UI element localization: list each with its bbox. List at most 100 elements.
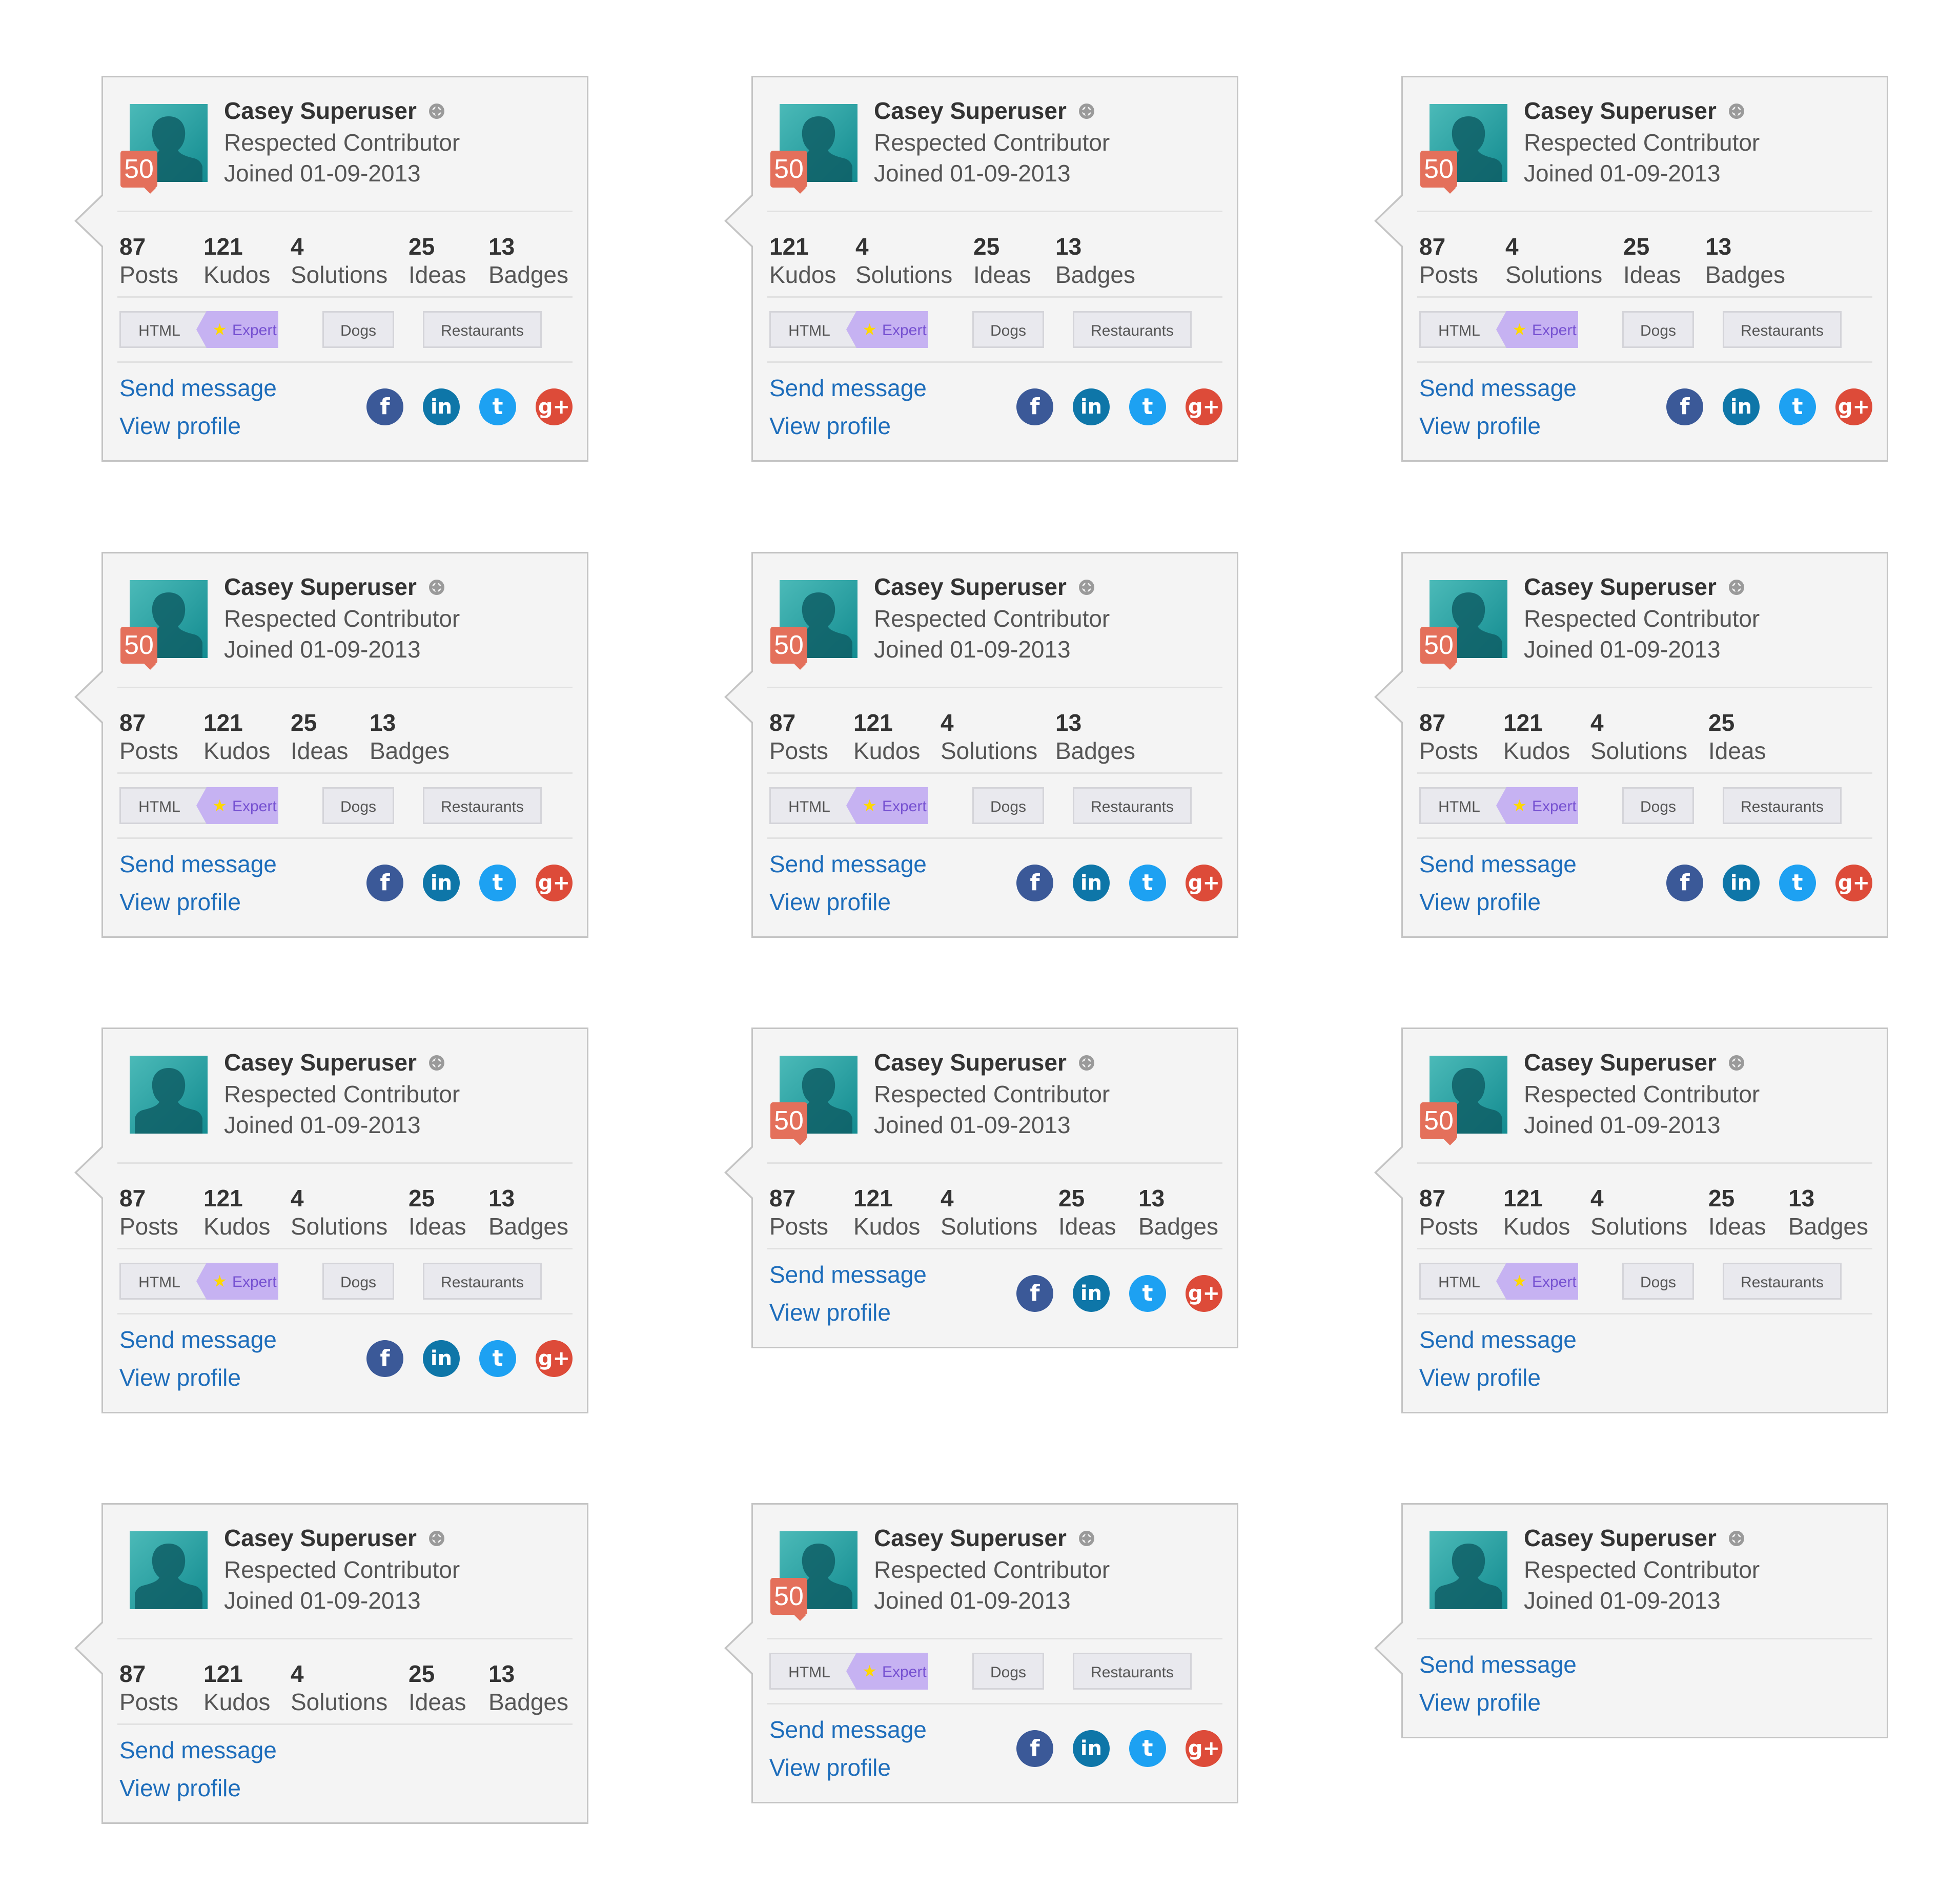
- view-profile-link[interactable]: View profile: [119, 412, 241, 440]
- tag-restaurants[interactable]: Restaurants: [1073, 311, 1192, 348]
- facebook-icon[interactable]: f: [1016, 1275, 1053, 1312]
- user-name-text[interactable]: Casey Superuser: [1524, 573, 1717, 600]
- tag-html[interactable]: HTML: [119, 1263, 210, 1300]
- tag-restaurants[interactable]: Restaurants: [1723, 311, 1842, 348]
- user-name-text[interactable]: Casey Superuser: [224, 573, 417, 600]
- tag-restaurants[interactable]: Restaurants: [423, 1263, 542, 1300]
- tag-restaurants[interactable]: Restaurants: [1073, 787, 1192, 824]
- stat-posts[interactable]: 87 Posts: [769, 709, 828, 765]
- stat-ideas[interactable]: 25 Ideas: [409, 1184, 466, 1241]
- facebook-icon[interactable]: f: [1016, 388, 1053, 425]
- tag-restaurants[interactable]: Restaurants: [423, 787, 542, 824]
- view-profile-link[interactable]: View profile: [769, 412, 891, 440]
- linkedin-icon[interactable]: in: [1073, 1730, 1110, 1767]
- stat-badges[interactable]: 13 Badges: [1705, 233, 1785, 289]
- view-profile-link[interactable]: View profile: [769, 888, 891, 916]
- stat-ideas[interactable]: 25 Ideas: [1708, 709, 1766, 765]
- stat-posts[interactable]: 87 Posts: [119, 1660, 178, 1716]
- linkedin-icon[interactable]: in: [1073, 865, 1110, 901]
- stat-ideas[interactable]: 25 Ideas: [291, 709, 349, 765]
- avatar[interactable]: [1430, 1531, 1507, 1609]
- stat-ideas[interactable]: 25 Ideas: [409, 1660, 466, 1716]
- user-name[interactable]: Casey Superuser: [874, 1524, 1096, 1552]
- stat-solutions[interactable]: 4 Solutions: [291, 233, 387, 289]
- stat-solutions[interactable]: 4 Solutions: [1505, 233, 1602, 289]
- view-profile-link[interactable]: View profile: [1419, 888, 1541, 916]
- twitter-icon[interactable]: t: [1129, 1275, 1166, 1312]
- stat-badges[interactable]: 13 Badges: [488, 1184, 568, 1241]
- stat-solutions[interactable]: 4 Solutions: [855, 233, 952, 289]
- stat-kudos[interactable]: 121 Kudos: [203, 709, 270, 765]
- user-name[interactable]: Casey Superuser: [1524, 1049, 1746, 1076]
- send-message-link[interactable]: Send message: [1419, 374, 1577, 402]
- stat-kudos[interactable]: 121 Kudos: [769, 233, 836, 289]
- user-name[interactable]: Casey Superuser: [224, 1524, 446, 1552]
- tag-dogs[interactable]: Dogs: [322, 311, 394, 348]
- tag-restaurants[interactable]: Restaurants: [1723, 787, 1842, 824]
- user-name[interactable]: Casey Superuser: [1524, 97, 1746, 125]
- stat-badges[interactable]: 13 Badges: [1788, 1184, 1868, 1241]
- linkedin-icon[interactable]: in: [423, 388, 460, 425]
- stat-posts[interactable]: 87 Posts: [119, 233, 178, 289]
- stat-posts[interactable]: 87 Posts: [1419, 1184, 1478, 1241]
- user-name-text[interactable]: Casey Superuser: [1524, 1525, 1717, 1551]
- stat-solutions[interactable]: 4 Solutions: [941, 1184, 1037, 1241]
- view-profile-link[interactable]: View profile: [119, 888, 241, 916]
- user-name[interactable]: Casey Superuser: [874, 573, 1096, 601]
- view-profile-link[interactable]: View profile: [1419, 412, 1541, 440]
- stat-kudos[interactable]: 121 Kudos: [203, 233, 270, 289]
- linkedin-icon[interactable]: in: [423, 1340, 460, 1377]
- user-name-text[interactable]: Casey Superuser: [874, 1049, 1067, 1076]
- tag-html[interactable]: HTML: [1419, 311, 1509, 348]
- send-message-link[interactable]: Send message: [119, 1326, 277, 1353]
- user-name-text[interactable]: Casey Superuser: [1524, 97, 1717, 124]
- tag-html[interactable]: HTML: [769, 1653, 860, 1690]
- facebook-icon[interactable]: f: [366, 388, 403, 425]
- view-profile-link[interactable]: View profile: [769, 1754, 891, 1781]
- stat-kudos[interactable]: 121 Kudos: [853, 1184, 920, 1241]
- user-name-text[interactable]: Casey Superuser: [224, 1525, 417, 1551]
- stat-kudos[interactable]: 121 Kudos: [203, 1660, 270, 1716]
- user-name-text[interactable]: Casey Superuser: [874, 573, 1067, 600]
- user-name[interactable]: Casey Superuser: [224, 1049, 446, 1076]
- tag-restaurants[interactable]: Restaurants: [423, 311, 542, 348]
- avatar[interactable]: [130, 1531, 208, 1609]
- stat-kudos[interactable]: 121 Kudos: [853, 709, 920, 765]
- linkedin-icon[interactable]: in: [1723, 865, 1760, 901]
- linkedin-icon[interactable]: in: [423, 865, 460, 901]
- user-name[interactable]: Casey Superuser: [1524, 573, 1746, 601]
- tag-restaurants[interactable]: Restaurants: [1723, 1263, 1842, 1300]
- send-message-link[interactable]: Send message: [769, 850, 927, 878]
- twitter-icon[interactable]: t: [1129, 865, 1166, 901]
- facebook-icon[interactable]: f: [366, 865, 403, 901]
- stat-ideas[interactable]: 25 Ideas: [409, 233, 466, 289]
- tag-html[interactable]: HTML: [119, 311, 210, 348]
- twitter-icon[interactable]: t: [1779, 388, 1816, 425]
- googleplus-icon[interactable]: g+: [1835, 388, 1872, 425]
- stat-posts[interactable]: 87 Posts: [1419, 233, 1478, 289]
- stat-kudos[interactable]: 121 Kudos: [1503, 1184, 1570, 1241]
- stat-posts[interactable]: 87 Posts: [119, 709, 178, 765]
- view-profile-link[interactable]: View profile: [1419, 1364, 1541, 1391]
- facebook-icon[interactable]: f: [1016, 1730, 1053, 1767]
- user-name[interactable]: Casey Superuser: [874, 97, 1096, 125]
- view-profile-link[interactable]: View profile: [119, 1774, 241, 1802]
- tag-dogs[interactable]: Dogs: [1622, 311, 1694, 348]
- stat-badges[interactable]: 13 Badges: [488, 233, 568, 289]
- view-profile-link[interactable]: View profile: [769, 1299, 891, 1326]
- stat-kudos[interactable]: 121 Kudos: [203, 1184, 270, 1241]
- tag-dogs[interactable]: Dogs: [972, 1653, 1044, 1690]
- googleplus-icon[interactable]: g+: [1835, 865, 1872, 901]
- stat-badges[interactable]: 13 Badges: [1055, 233, 1135, 289]
- stat-badges[interactable]: 13 Badges: [370, 709, 450, 765]
- stat-badges[interactable]: 13 Badges: [1138, 1184, 1218, 1241]
- tag-dogs[interactable]: Dogs: [322, 1263, 394, 1300]
- twitter-icon[interactable]: t: [1129, 388, 1166, 425]
- linkedin-icon[interactable]: in: [1073, 388, 1110, 425]
- user-name[interactable]: Casey Superuser: [224, 97, 446, 125]
- send-message-link[interactable]: Send message: [119, 850, 277, 878]
- tag-html[interactable]: HTML: [1419, 1263, 1509, 1300]
- stat-solutions[interactable]: 4 Solutions: [291, 1184, 387, 1241]
- send-message-link[interactable]: Send message: [1419, 1651, 1577, 1678]
- user-name[interactable]: Casey Superuser: [874, 1049, 1096, 1076]
